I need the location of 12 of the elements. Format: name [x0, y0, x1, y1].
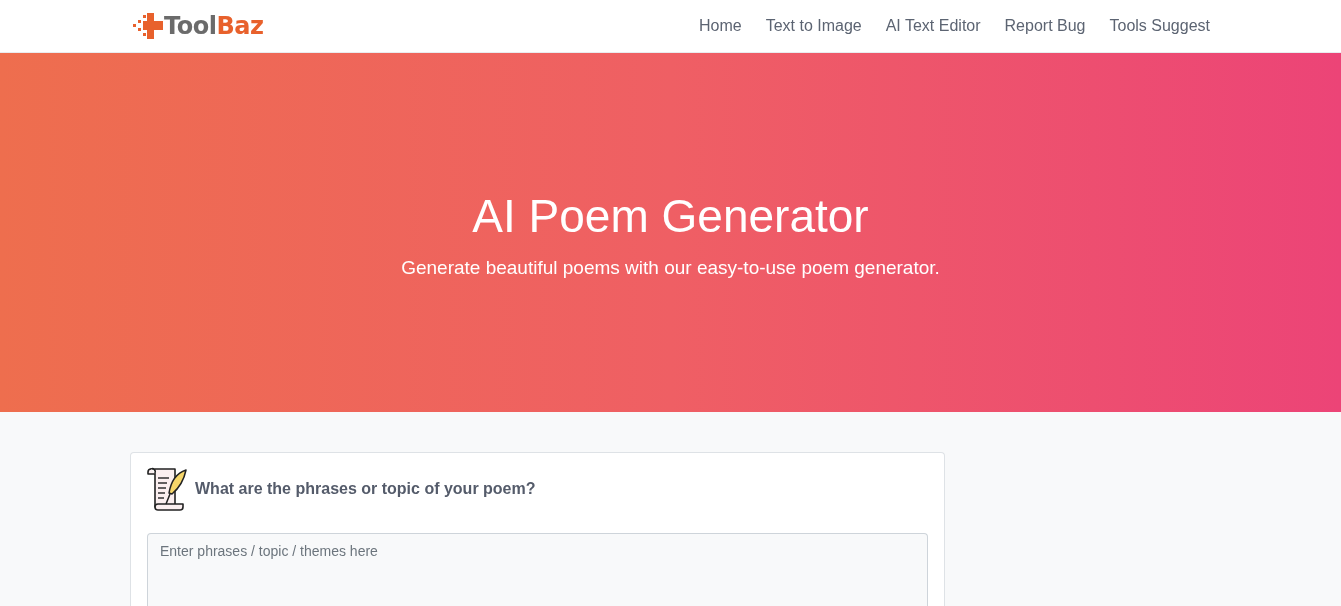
nav-link[interactable]: Report Bug [1004, 16, 1086, 36]
nav-link[interactable]: Home [698, 16, 742, 36]
toolbaz-logo[interactable]: ToolBaz [133, 11, 264, 41]
page-title: AI Poem Generator [472, 188, 869, 244]
topic-field[interactable]: Enter phrases / topic / themes here [147, 533, 928, 606]
nav-link[interactable]: Tools Suggest [1109, 16, 1210, 36]
nav-link[interactable]: Text to Image [765, 16, 862, 36]
logo-icon [133, 13, 163, 39]
page-subtitle: Generate beautiful poems with our easy-to-use poem generator. [401, 255, 940, 280]
nav-link[interactable]: AI Text Editor [885, 16, 981, 36]
scroll-quill-icon [147, 467, 188, 511]
question-label: What are the phrases or topic of your poem? [195, 480, 536, 498]
